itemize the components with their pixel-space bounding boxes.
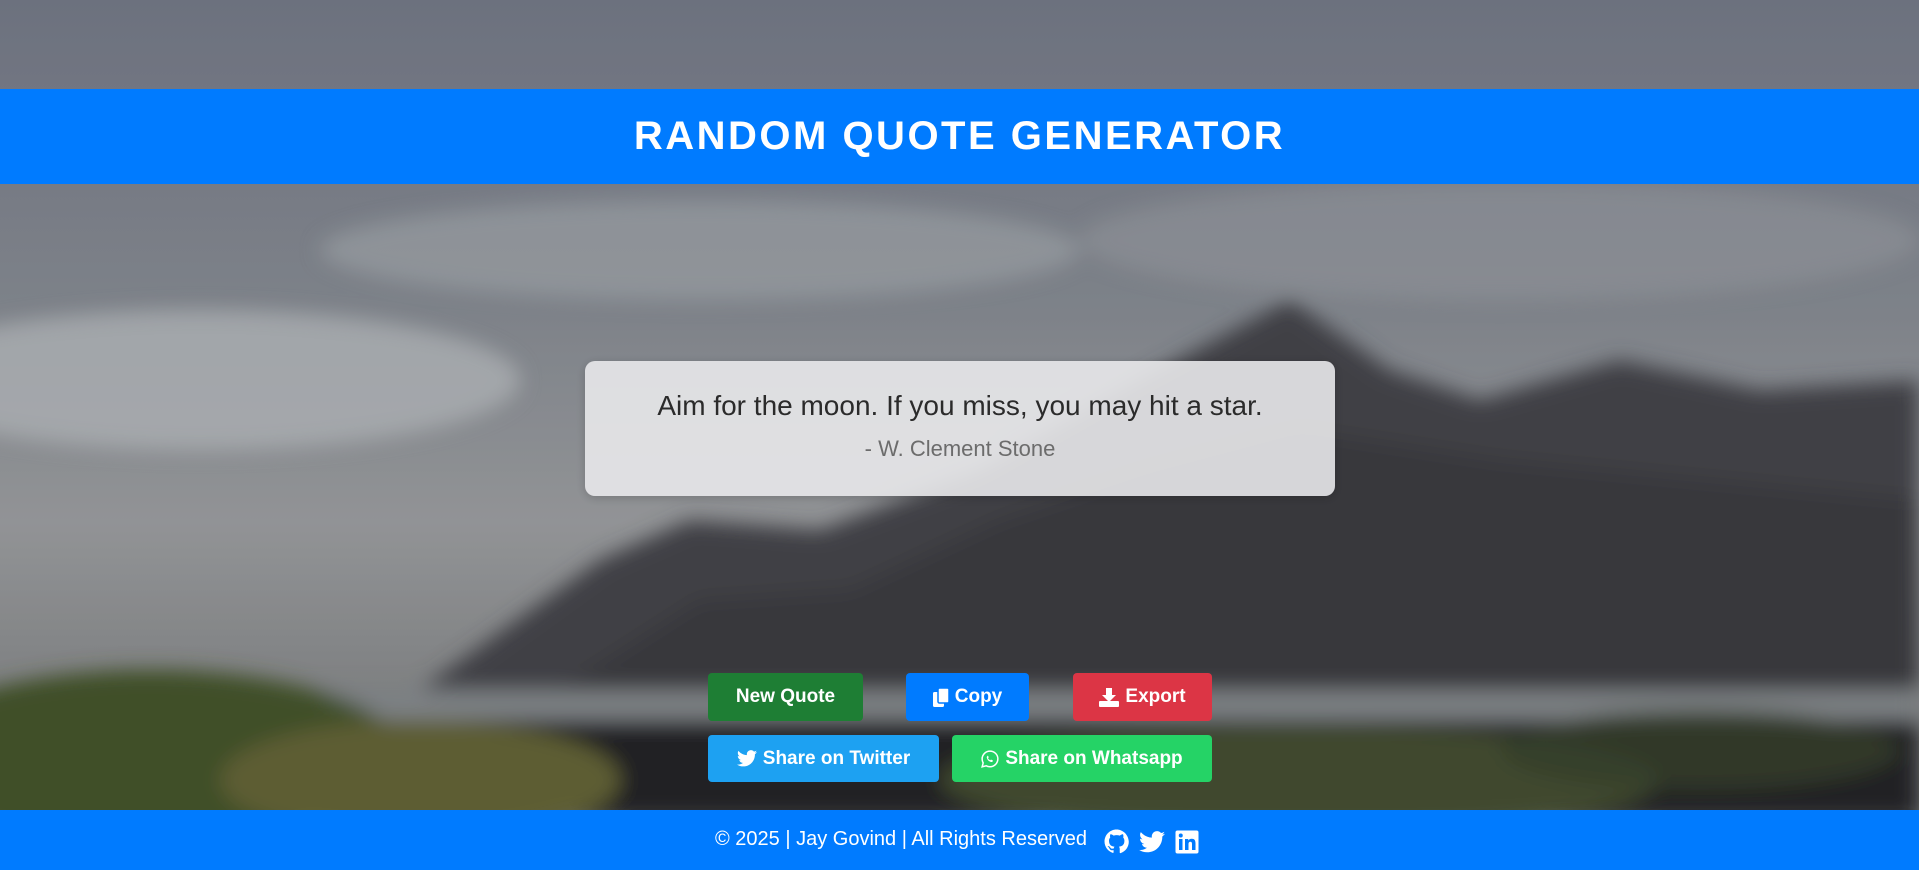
share-twitter-button[interactable]: Share on Twitter: [708, 735, 939, 782]
new-quote-label: New Quote: [735, 686, 836, 707]
copy-icon: [932, 687, 949, 707]
footer-bar: © 2025 | Jay Govind | All Rights Reserve…: [0, 810, 1919, 870]
share-whatsapp-button[interactable]: Share on Whatsapp: [952, 735, 1212, 782]
copy-button[interactable]: Copy: [906, 673, 1029, 721]
whatsapp-icon: [981, 749, 999, 768]
footer-copyright: © 2025 | Jay Govind | All Rights Reserve…: [715, 827, 1087, 850]
new-quote-button[interactable]: New Quote: [708, 673, 863, 721]
header-bar: RANDOM QUOTE GENERATOR: [0, 89, 1919, 184]
quote-author: - W. Clement Stone: [864, 435, 1056, 461]
export-label: Export: [1125, 686, 1186, 707]
quote-text: Aim for the moon. If you miss, you may h…: [657, 389, 1263, 421]
linkedin-icon[interactable]: [1175, 830, 1199, 854]
twitter-icon[interactable]: [1138, 830, 1165, 853]
github-icon[interactable]: [1104, 829, 1129, 854]
export-button[interactable]: Export: [1073, 673, 1212, 721]
copy-label: Copy: [954, 686, 1003, 707]
share-whatsapp-label: Share on Whatsapp: [1005, 747, 1183, 769]
page-title: RANDOM QUOTE GENERATOR: [633, 114, 1286, 158]
twitter-icon: [736, 750, 757, 767]
quote-card: Aim for the moon. If you miss, you may h…: [585, 361, 1335, 496]
share-twitter-label: Share on Twitter: [762, 747, 911, 769]
download-icon: [1099, 687, 1120, 707]
